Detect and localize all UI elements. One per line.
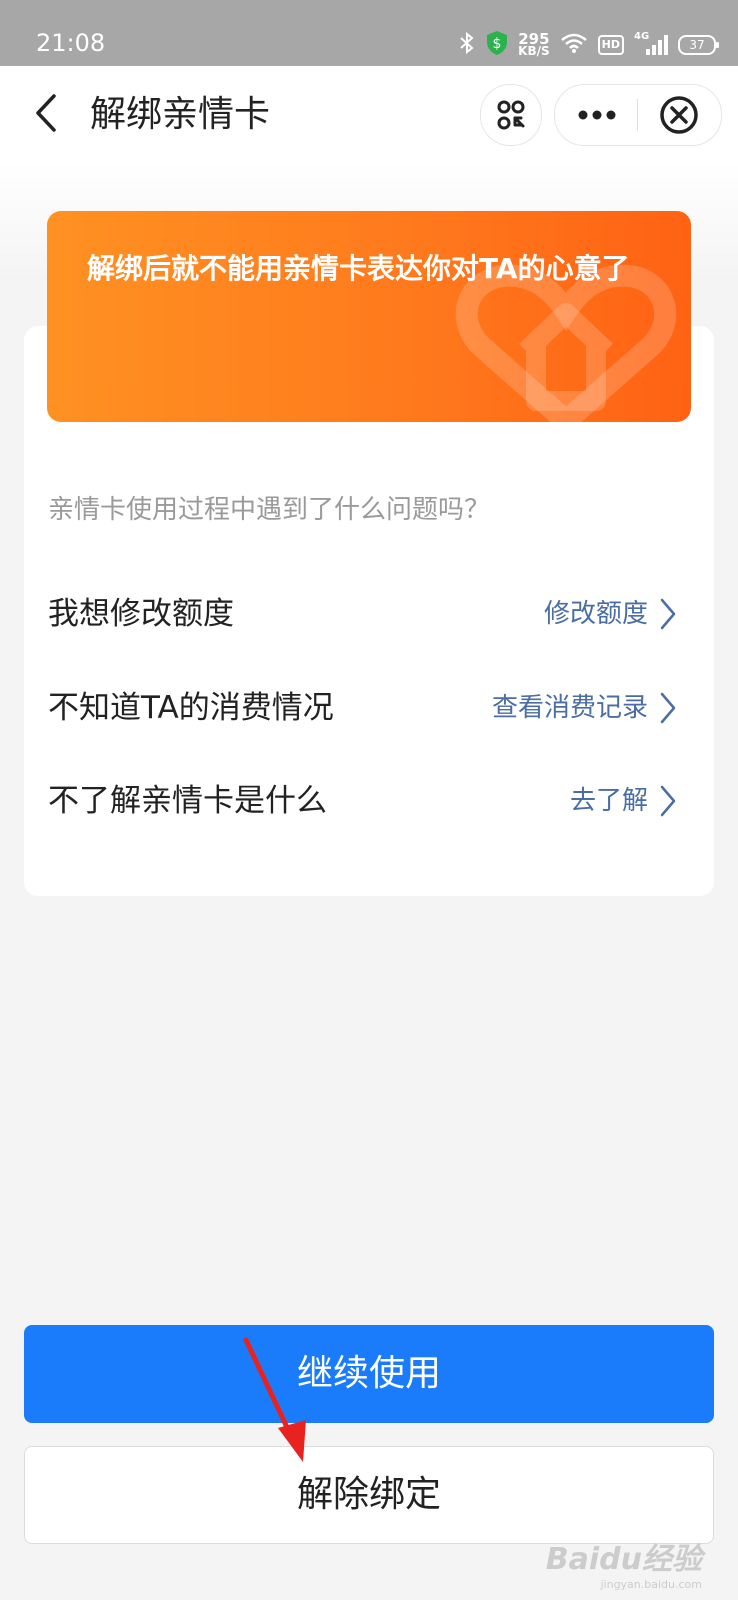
bluetooth-icon [458, 31, 476, 59]
help-row-action: 修改额度 [543, 599, 648, 629]
watermark-brand: Baidu经验 [545, 1542, 702, 1577]
back-button[interactable] [28, 88, 68, 138]
banner-message: 解绑后就不能用亲情卡表达你对TA的心意了 [87, 252, 630, 285]
unbind-button[interactable]: 解除绑定 [24, 1446, 714, 1544]
more-button[interactable] [555, 85, 637, 145]
more-dots-icon [578, 110, 616, 120]
network-speed-unit: KB/S [518, 44, 550, 58]
spending-record-link[interactable]: 查看消费记录 [492, 688, 678, 728]
scan-icon [497, 100, 525, 130]
battery-indicator: 37 [678, 35, 719, 55]
network-speed: 295 KB/S [518, 32, 550, 58]
chevron-right-icon [660, 598, 676, 630]
watermark-url: jingyan.baidu.com [600, 1578, 702, 1591]
miniprogram-capsule [554, 84, 722, 146]
help-row-spending: 不知道TA的消费情况 查看消费记录 [48, 678, 678, 738]
help-question: 亲情卡使用过程中遇到了什么问题吗？ [48, 495, 491, 525]
help-row-action: 查看消费记录 [491, 693, 648, 723]
shield-icon: $ [486, 30, 508, 60]
signal-icon: 4G [634, 31, 668, 57]
status-time: 21:08 [36, 29, 106, 57]
capsule-divider [637, 99, 638, 131]
svg-text:$: $ [493, 36, 502, 52]
status-icons: $ 295 KB/S HD 4G 37 [458, 30, 719, 60]
help-row-action: 去了解 [569, 786, 648, 816]
wifi-icon [560, 32, 588, 58]
continue-button[interactable]: 继续使用 [24, 1325, 714, 1423]
learn-more-link[interactable]: 去了解 [570, 781, 678, 821]
modify-limit-link[interactable]: 修改额度 [544, 594, 678, 634]
baidu-watermark: Baidu经验 jingyan.baidu.com [546, 1534, 702, 1591]
help-row-label: 不了解亲情卡是什么 [48, 783, 327, 819]
chevron-left-icon [36, 94, 56, 132]
help-row-label: 不知道TA的消费情况 [48, 690, 334, 726]
chevron-right-icon [660, 692, 676, 724]
page-title: 解绑亲情卡 [90, 94, 271, 135]
help-row-label: 我想修改额度 [48, 596, 234, 632]
close-circle-icon [660, 96, 698, 134]
close-button[interactable] [639, 85, 721, 145]
hd-badge: HD [597, 35, 624, 55]
help-row-modify-limit: 我想修改额度 修改额度 [48, 584, 678, 644]
status-bar: 21:08 $ 295 KB/S HD 4G 37 [0, 0, 738, 66]
warning-banner: 解绑后就不能用亲情卡表达你对TA的心意了 [47, 211, 691, 422]
nav-bar: 解绑亲情卡 [0, 66, 738, 162]
scan-button[interactable] [480, 84, 542, 146]
chevron-right-icon [660, 785, 676, 817]
help-row-about: 不了解亲情卡是什么 去了解 [48, 771, 678, 831]
